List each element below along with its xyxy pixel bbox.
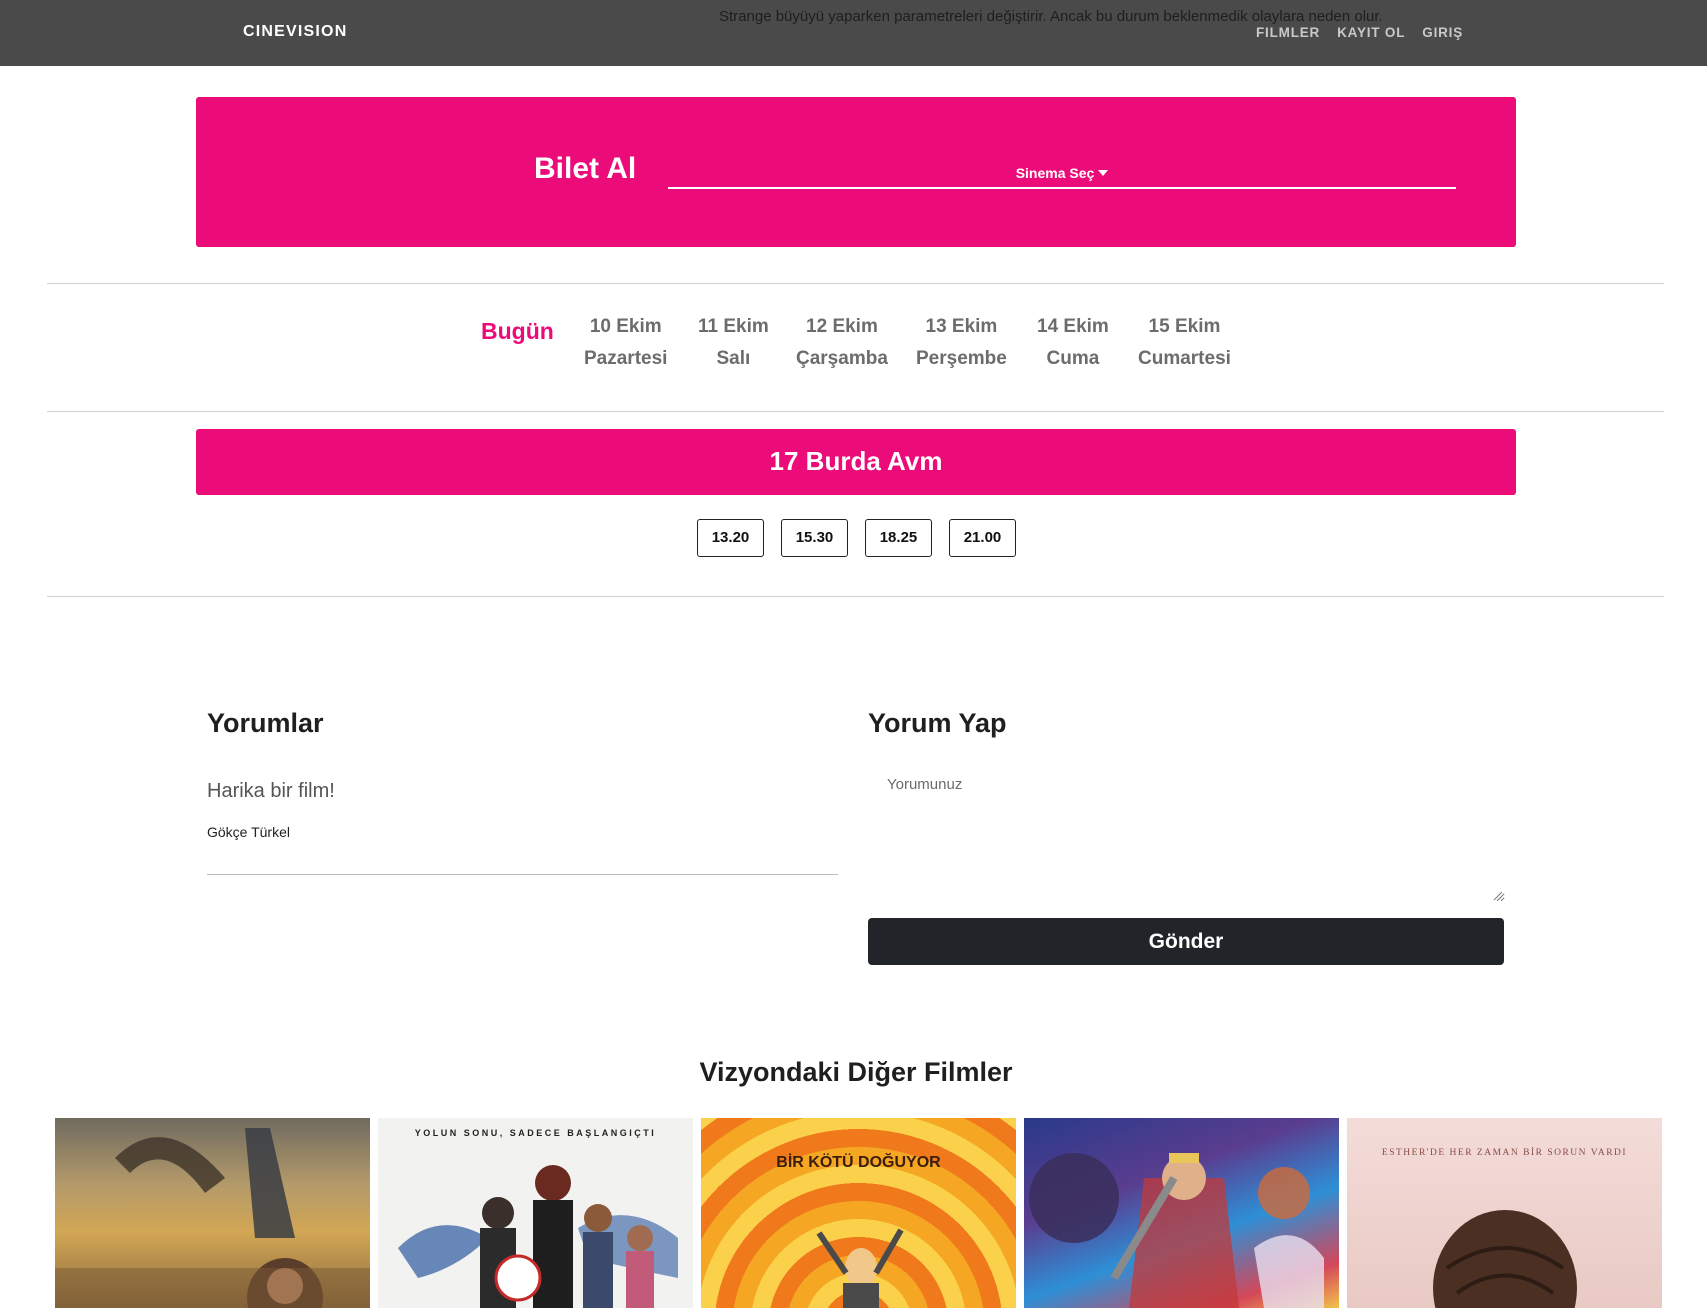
tab-date-11[interactable]: 11 Ekim Salı [698, 311, 769, 375]
cinema-header: 17 Burda Avm [196, 429, 1516, 495]
caret-down-icon [1098, 170, 1109, 176]
tab-date-13[interactable]: 13 Ekim Perşembe [916, 311, 1007, 375]
movie-poster[interactable]: YOLUN SONU, SADECE BAŞLANGIÇTI [378, 1118, 693, 1308]
tab-weekday: Cuma [1046, 348, 1100, 369]
submit-comment-button[interactable]: Gönder [868, 918, 1504, 965]
tab-day: 11 Ekim [698, 316, 769, 337]
cinema-select-label: Sinema Seç [1015, 165, 1095, 181]
showtime-button[interactable]: 15.30 [781, 519, 848, 557]
tab-today[interactable]: Bugün [481, 315, 554, 347]
tab-weekday: Cumartesi [1138, 348, 1231, 369]
movie-poster[interactable] [55, 1118, 370, 1308]
poster-tagline: YOLUN SONU, SADECE BAŞLANGIÇTI [414, 1128, 657, 1138]
nav-link-giris[interactable]: GIRIŞ [1422, 25, 1463, 40]
poster-tagline: BİR KÖTÜ DOĞUYOR [776, 1154, 941, 1171]
tab-date-10[interactable]: 10 Ekim Pazartesi [584, 311, 667, 375]
cinema-name: 17 Burda Avm [769, 446, 943, 476]
tab-day: 10 Ekim [589, 316, 662, 337]
comment-input[interactable] [868, 768, 1505, 902]
other-films-title: Vizyondaki Diğer Filmler [699, 1057, 1013, 1087]
divider [47, 411, 1664, 412]
tab-date-12[interactable]: 12 Ekim Çarşamba [796, 311, 888, 375]
tab-today-label: Bugün [481, 318, 554, 344]
movie-poster[interactable]: BİR KÖTÜ DOĞUYOR [701, 1118, 1016, 1308]
poster-artwork [1029, 1153, 1324, 1308]
showtime-button[interactable]: 13.20 [697, 519, 764, 557]
comment-form-title: Yorum Yap [868, 708, 1007, 738]
comment-author: Gökçe Türkel [207, 824, 290, 840]
comment-text: Harika bir film! [207, 780, 335, 802]
brand-logo[interactable]: CINEVISION [243, 23, 347, 41]
poster-artwork [1433, 1210, 1577, 1308]
tab-weekday: Perşembe [916, 348, 1007, 369]
date-tabs: Bugün 10 Ekim Pazartesi 11 Ekim Salı 12 … [0, 283, 1707, 411]
top-navbar: CINEVISION Strange büyüyü yaparken param… [0, 0, 1707, 66]
movie-poster[interactable]: ESTHER'DE HER ZAMAN BİR SORUN VARDI [1347, 1118, 1662, 1308]
nav-links: FILMLER KAYIT OL GIRIŞ [1256, 25, 1463, 40]
ticket-banner: Bilet Al Sinema Seç [196, 97, 1516, 247]
tab-weekday: Salı [716, 348, 751, 369]
ticket-title: Bilet Al [534, 152, 637, 185]
poster-artwork [398, 1165, 678, 1308]
tab-day: 14 Ekim [1037, 316, 1109, 337]
tab-weekday: Çarşamba [796, 348, 888, 369]
overflow-description-text: Strange büyüyü yaparken parametreleri de… [719, 8, 1383, 25]
poster-artwork [816, 1228, 904, 1308]
nav-link-filmler[interactable]: FILMLER [1256, 25, 1320, 40]
poster-row: YOLUN SONU, SADECE BAŞLANGIÇTI BİR KÖTÜ … [55, 1118, 1662, 1308]
tab-day: 15 Ekim [1148, 316, 1221, 337]
tab-date-14[interactable]: 14 Ekim Cuma [1037, 311, 1109, 375]
tab-day: 12 Ekim [806, 316, 878, 337]
cinema-select-dropdown[interactable]: Sinema Seç [668, 149, 1456, 189]
comments-title: Yorumlar [207, 708, 324, 738]
tab-date-15[interactable]: 15 Ekim Cumartesi [1138, 311, 1231, 375]
poster-artwork [55, 1128, 370, 1308]
tab-weekday: Pazartesi [584, 348, 668, 369]
showtime-button[interactable]: 21.00 [949, 519, 1016, 557]
nav-link-kayit-ol[interactable]: KAYIT OL [1337, 25, 1405, 40]
showtime-button[interactable]: 18.25 [865, 519, 932, 557]
tab-day: 13 Ekim [925, 316, 998, 337]
comment-divider [207, 874, 838, 875]
divider [47, 596, 1664, 597]
movie-poster[interactable] [1024, 1118, 1339, 1308]
showtime-list: 13.20 15.30 18.25 21.00 [697, 519, 1016, 557]
poster-tagline: ESTHER'DE HER ZAMAN BİR SORUN VARDI [1381, 1148, 1628, 1158]
